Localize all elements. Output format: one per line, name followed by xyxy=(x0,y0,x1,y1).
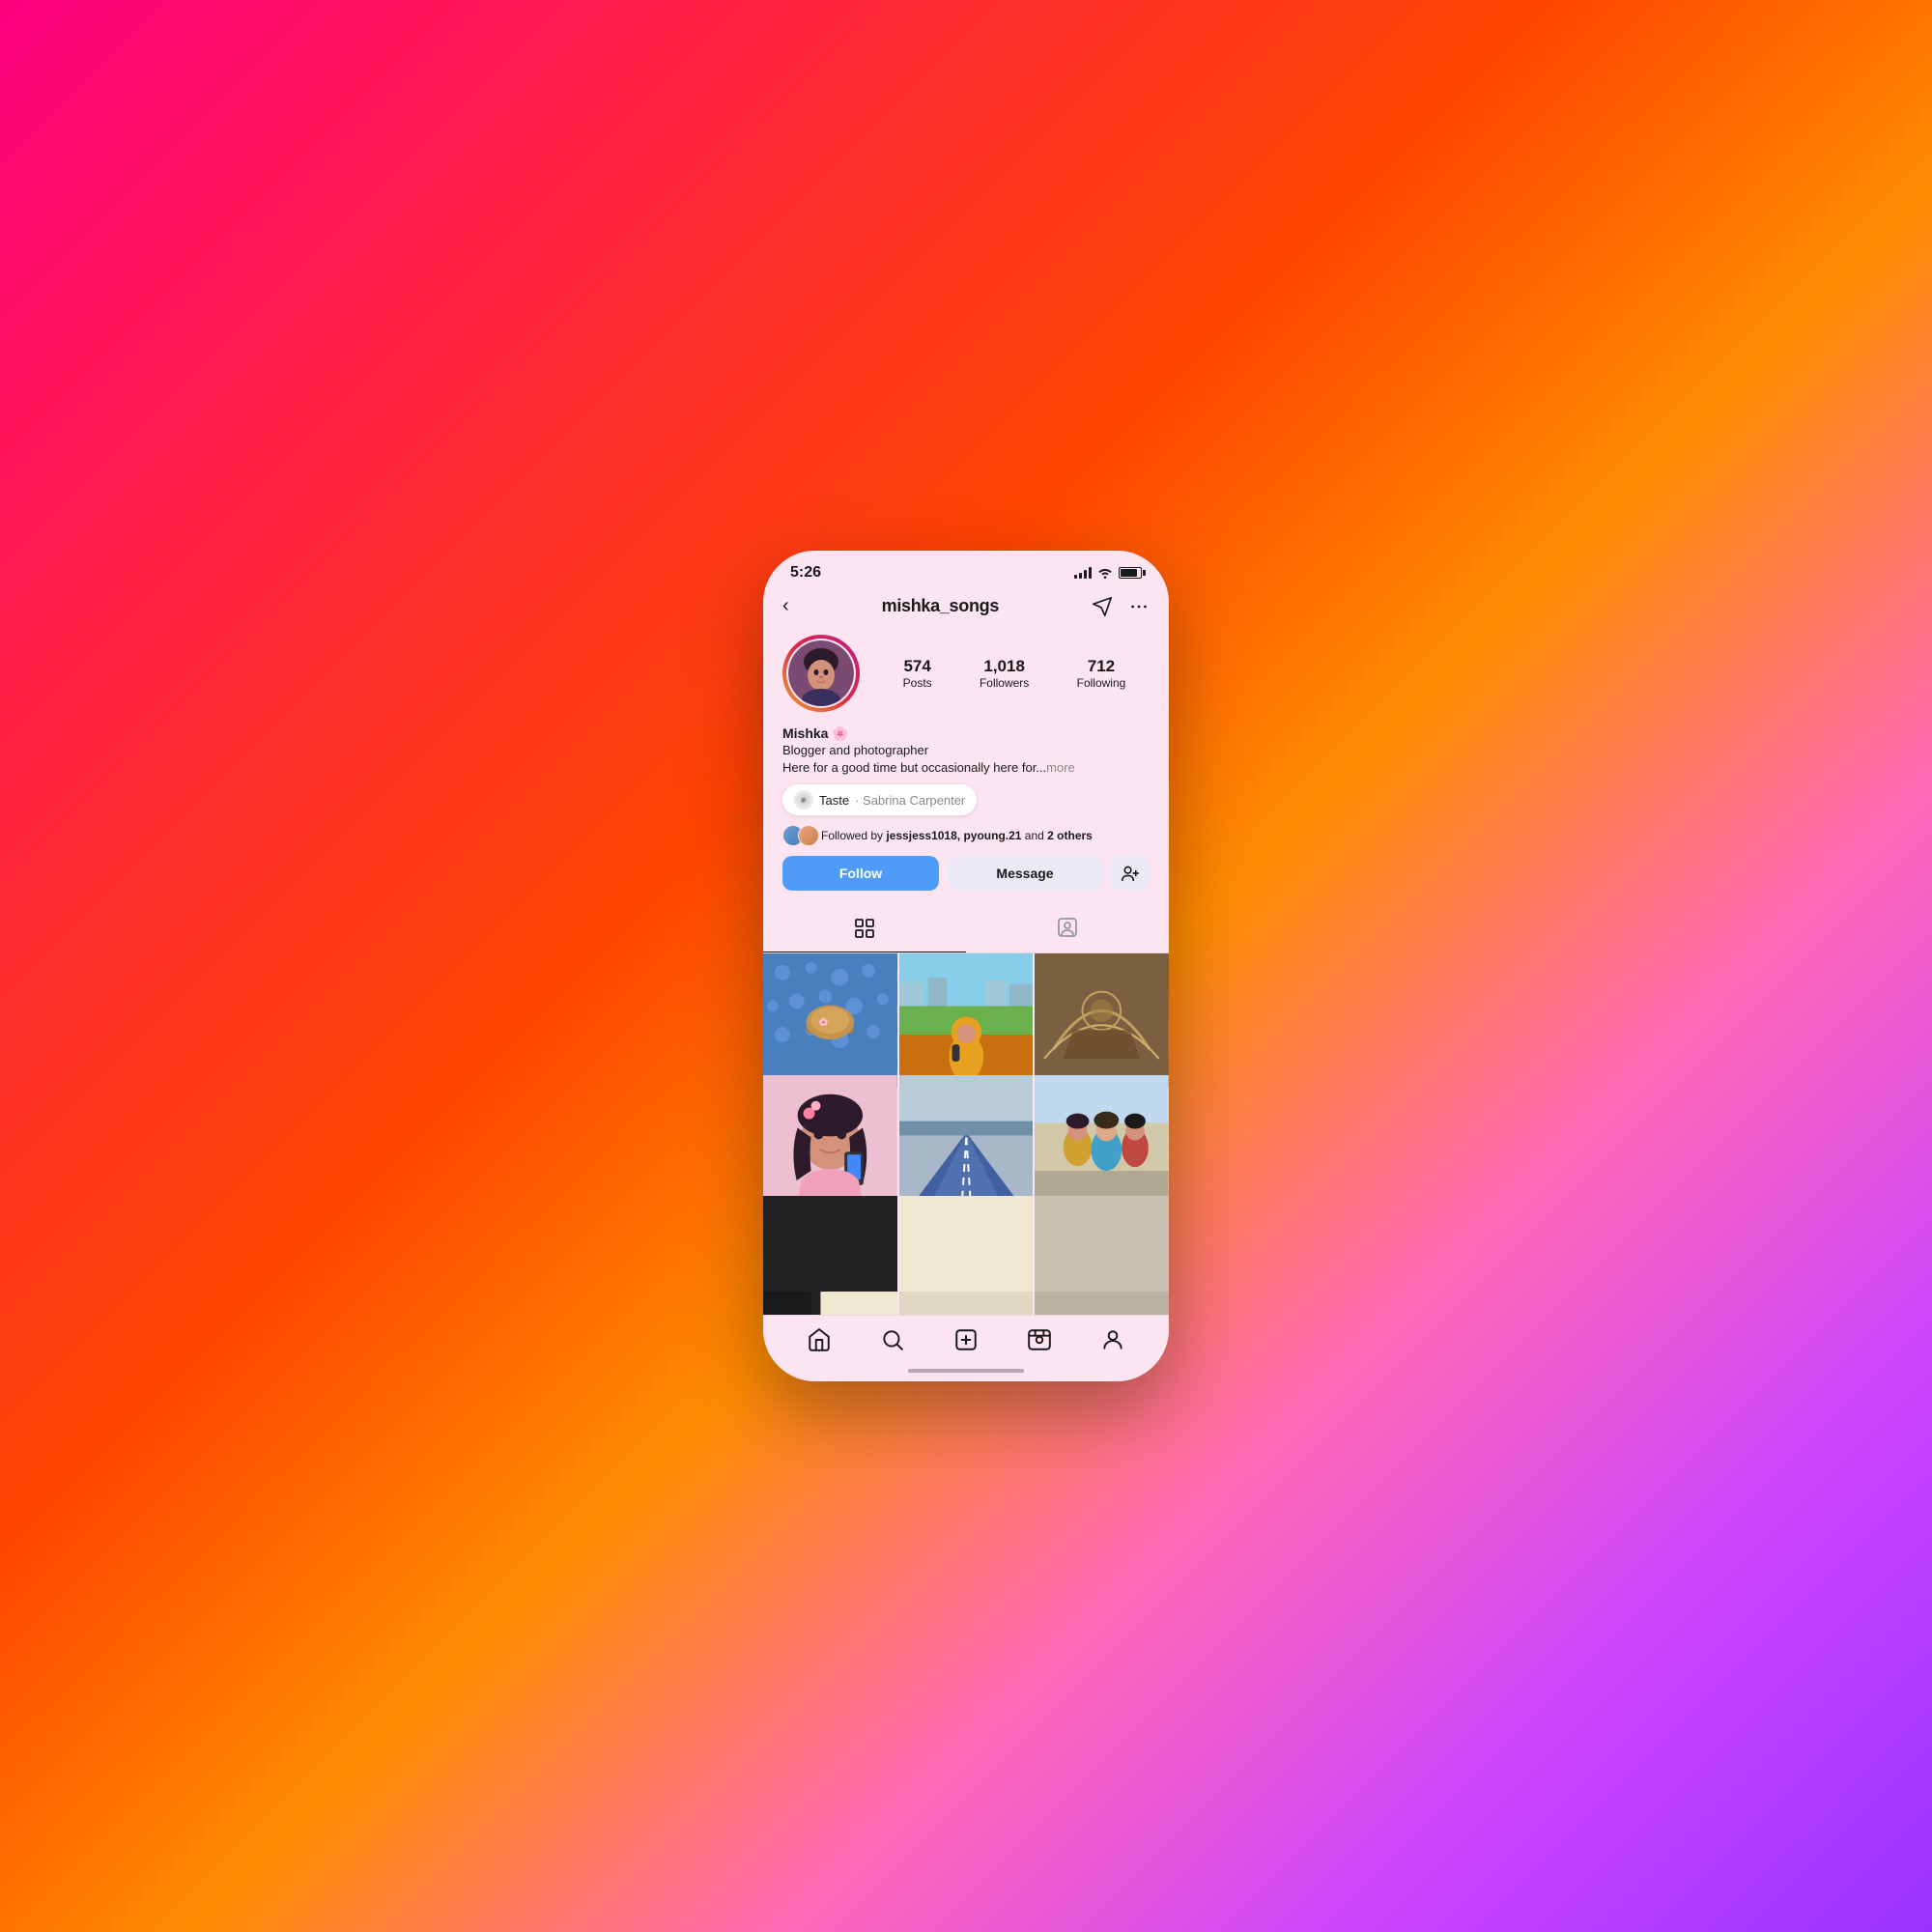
avatar-container[interactable] xyxy=(782,635,860,712)
photo-cell-6[interactable] xyxy=(1035,1075,1169,1209)
bio-line-2: Here for a good time but occasionally he… xyxy=(782,759,1150,777)
following-count: 712 xyxy=(1077,657,1126,676)
photo-grid: 🌸 xyxy=(763,953,1169,1315)
followed-by-text: Followed by jessjess1018, pyoung.21 and … xyxy=(821,829,1093,842)
status-bar: 5:26 xyxy=(763,551,1169,587)
nav-search[interactable] xyxy=(880,1327,905,1352)
svg-text:🌸: 🌸 xyxy=(818,1017,828,1027)
following-label: Following xyxy=(1077,676,1126,690)
nav-home[interactable] xyxy=(807,1327,832,1352)
follower-names: jessjess1018, pyoung.21 xyxy=(886,829,1021,842)
add-person-button[interactable] xyxy=(1111,856,1150,891)
home-indicator xyxy=(763,1360,1169,1381)
photo-cell-5[interactable] xyxy=(899,1075,1034,1209)
reels-icon xyxy=(1027,1327,1052,1352)
profile-icon xyxy=(1100,1327,1125,1352)
followers-count: 1,018 xyxy=(980,657,1029,676)
music-song: Taste xyxy=(819,793,849,808)
svg-text:♪: ♪ xyxy=(801,798,805,805)
battery-icon xyxy=(1119,567,1142,579)
tab-grid[interactable] xyxy=(763,904,966,952)
bio-line-1: Blogger and photographer xyxy=(782,742,1150,759)
photo-cell-2[interactable] xyxy=(899,953,1034,1088)
photo-cell-1[interactable]: 🌸 xyxy=(763,953,897,1088)
bottom-nav xyxy=(763,1315,1169,1360)
photo-cell-3[interactable] xyxy=(1035,953,1169,1088)
followed-by-row: Followed by jessjess1018, pyoung.21 and … xyxy=(782,825,1150,846)
back-button[interactable]: ‹ xyxy=(782,595,789,617)
avatar-inner xyxy=(786,639,856,708)
nav-profile[interactable] xyxy=(1100,1327,1125,1352)
nav-header: ‹ mishka_songs xyxy=(763,587,1169,627)
stats-row: 574 Posts 1,018 Followers 712 Following xyxy=(879,657,1150,690)
nav-right-icons xyxy=(1092,596,1150,617)
avatar-image xyxy=(788,640,854,706)
music-separator-artist: · Sabrina Carpenter xyxy=(855,793,965,808)
music-artist-name: Sabrina Carpenter xyxy=(863,793,965,808)
follower-avatars xyxy=(782,825,813,846)
other-followers-count: 2 others xyxy=(1047,829,1093,842)
music-pill[interactable]: ♪ Taste · Sabrina Carpenter xyxy=(782,784,977,815)
tab-tagged[interactable] xyxy=(966,904,1169,952)
send-icon[interactable] xyxy=(1092,596,1113,617)
status-time: 5:26 xyxy=(790,564,821,582)
display-name: Mishka 🌸 xyxy=(782,725,1150,742)
home-bar xyxy=(908,1369,1024,1373)
tab-bar xyxy=(763,904,1169,953)
follow-button[interactable]: Follow xyxy=(782,856,939,891)
follower-avatar-2 xyxy=(798,825,819,846)
photo-cell-7[interactable] xyxy=(763,1196,897,1315)
music-note-icon: ♪ xyxy=(794,790,813,810)
create-icon xyxy=(953,1327,979,1352)
tagged-icon xyxy=(1056,916,1079,939)
profile-username-title: mishka_songs xyxy=(882,596,999,616)
posts-label: Posts xyxy=(903,676,932,690)
action-buttons: Follow Message xyxy=(782,856,1150,891)
photo-cell-8[interactable] xyxy=(899,1196,1034,1315)
profile-bio: Mishka 🌸 Blogger and photographer Here f… xyxy=(782,725,1150,777)
profile-section: 574 Posts 1,018 Followers 712 Following … xyxy=(763,627,1169,904)
bio-more[interactable]: more xyxy=(1046,760,1075,775)
stat-following[interactable]: 712 Following xyxy=(1077,657,1126,690)
wifi-icon xyxy=(1097,567,1113,579)
posts-count: 574 xyxy=(903,657,932,676)
search-icon xyxy=(880,1327,905,1352)
message-button[interactable]: Message xyxy=(947,856,1103,891)
photo-cell-9[interactable] xyxy=(1035,1196,1169,1315)
followers-label: Followers xyxy=(980,676,1029,690)
status-icons xyxy=(1074,567,1142,579)
profile-top: 574 Posts 1,018 Followers 712 Following xyxy=(782,635,1150,712)
phone-frame: 5:26 ‹ mishka_songs xyxy=(763,551,1169,1381)
grid-icon xyxy=(853,917,876,940)
stat-posts[interactable]: 574 Posts xyxy=(903,657,932,690)
signal-icon xyxy=(1074,567,1092,579)
photo-2-inner xyxy=(899,953,1034,1088)
avatar-ring xyxy=(782,635,860,712)
more-icon[interactable] xyxy=(1128,596,1150,617)
nav-reels[interactable] xyxy=(1027,1327,1052,1352)
home-icon xyxy=(807,1327,832,1352)
stat-followers[interactable]: 1,018 Followers xyxy=(980,657,1029,690)
photo-cell-4[interactable] xyxy=(763,1075,897,1209)
bio-text-2: Here for a good time but occasionally he… xyxy=(782,760,1046,775)
nav-create[interactable] xyxy=(953,1327,979,1352)
